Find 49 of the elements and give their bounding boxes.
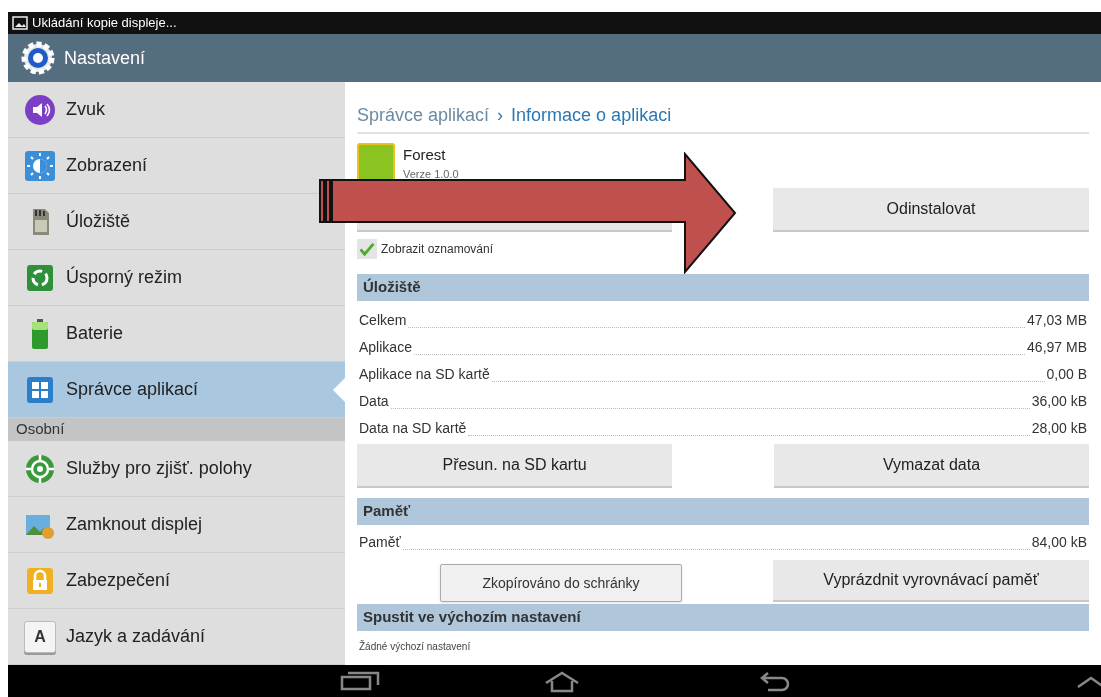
checkbox-label: Zobrazit oznamování xyxy=(381,241,494,258)
location-target-icon xyxy=(24,452,56,485)
row-label: Data xyxy=(359,392,389,411)
recent-apps-icon[interactable] xyxy=(340,671,380,691)
row-label: Celkem xyxy=(359,311,407,330)
checkbox[interactable] xyxy=(357,239,377,259)
row-value: 36,00 kB xyxy=(1031,392,1087,411)
clear-cache-button[interactable]: Vyprázdnit vyrovnávací paměť xyxy=(773,560,1089,602)
uninstall-button[interactable]: Odinstalovat xyxy=(773,188,1089,232)
row-value: 28,00 kB xyxy=(1031,419,1087,438)
row-label: Aplikace xyxy=(359,338,412,357)
notification-text: Ukládání kopie displeje... xyxy=(32,14,177,33)
breadcrumb-separator: › xyxy=(497,103,504,127)
brightness-icon xyxy=(24,149,56,182)
breadcrumb-current: Informace o aplikaci xyxy=(511,103,672,127)
row-label: Aplikace na SD kartě xyxy=(359,365,490,384)
row-value: 84,00 kB xyxy=(1031,533,1087,552)
action-button[interactable]: Přesun. na SD kartu xyxy=(357,444,672,488)
copied-toast: Zkopírováno do schránky xyxy=(440,564,682,602)
up-caret-icon[interactable] xyxy=(1076,675,1101,689)
section-header: Úložiště xyxy=(357,274,1089,301)
speaker-icon xyxy=(24,93,56,126)
section-header: Osobní xyxy=(8,418,345,441)
defaults-text: Žádné výchozí nastavení xyxy=(358,639,472,654)
row-value: 0,00 B xyxy=(1046,365,1087,384)
app-title: Nastavení xyxy=(64,46,146,70)
sidebar-item[interactable]: Zvuk xyxy=(8,82,345,138)
sidebar-item[interactable]: Služby pro zjišť. polohy xyxy=(8,441,345,497)
app-version: Verze 1.0.0 xyxy=(403,167,459,182)
sidebar-item[interactable]: Úsporný režim xyxy=(8,250,345,306)
sidebar-item[interactable]: Správce aplikací xyxy=(8,362,345,418)
checkmark-icon xyxy=(359,242,375,256)
row-label: Data na SD kartě xyxy=(359,419,467,438)
row-value: 47,03 MB xyxy=(1027,311,1087,330)
keyboard-key-icon: A xyxy=(24,620,56,653)
sidebar-item[interactable]: Zamknout displej xyxy=(8,497,345,553)
action-button[interactable]: Vymazat data xyxy=(774,444,1089,488)
selection-notch-icon xyxy=(333,378,345,402)
home-icon[interactable] xyxy=(544,671,580,693)
settings-icon xyxy=(20,40,56,76)
section-header: Paměť xyxy=(357,498,1089,525)
sidebar-item[interactable]: Zabezpečení xyxy=(8,553,345,609)
app-name: Forest xyxy=(403,144,447,165)
row-value: 46,97 MB xyxy=(1027,338,1087,357)
back-icon[interactable] xyxy=(758,671,792,693)
image-icon xyxy=(12,16,28,30)
section-header: Spustit ve výchozím nastavení xyxy=(357,604,1089,631)
breadcrumb-link[interactable]: Správce aplikací xyxy=(357,101,490,129)
row-label: Paměť xyxy=(359,533,401,552)
